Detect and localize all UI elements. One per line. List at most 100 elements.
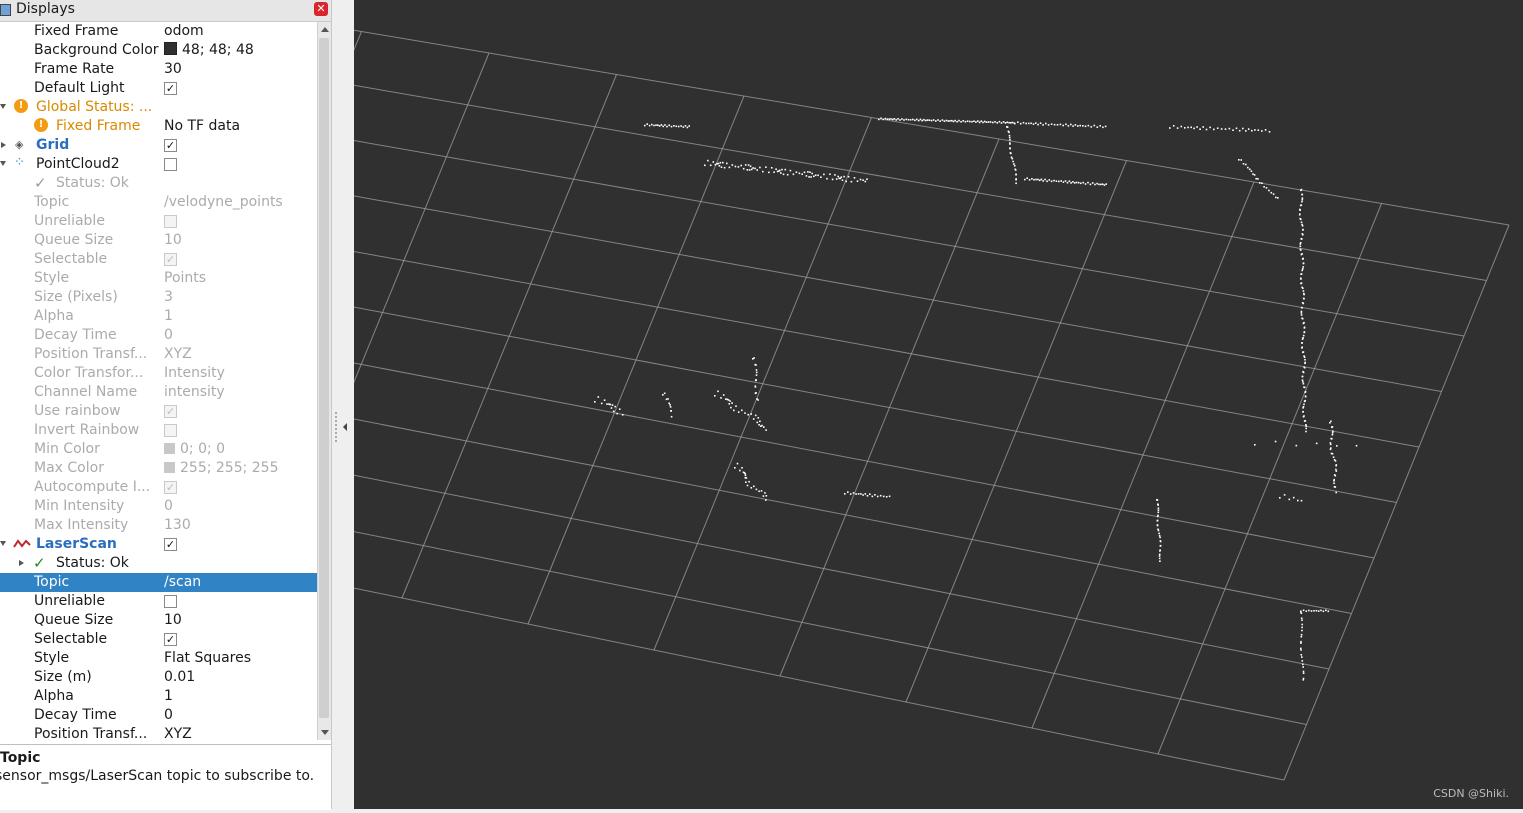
scroll-down-icon[interactable] — [321, 730, 329, 735]
viewport-canvas[interactable] — [23, 0, 1523, 809]
default-light-checkbox[interactable]: ✓ — [164, 82, 177, 95]
ls-size-value[interactable]: 0.01 — [164, 669, 195, 685]
monitor-icon — [0, 4, 11, 16]
collapse-arrow-icon[interactable] — [343, 423, 347, 431]
row-pc-decay-time[interactable]: Decay Time 0 — [0, 326, 317, 345]
pc-size-value[interactable]: 3 — [164, 289, 173, 305]
row-pc-autocompute[interactable]: Autocompute I... ✓ — [0, 478, 317, 497]
row-pc-color-transformer[interactable]: Color Transfor... Intensity — [0, 364, 317, 383]
pc-unreliable-checkbox[interactable] — [164, 215, 177, 228]
pc-queue-value[interactable]: 10 — [164, 232, 182, 248]
row-frame-rate[interactable]: Frame Rate 30 — [0, 60, 317, 79]
scan-point — [1300, 499, 1303, 502]
row-ls-style[interactable]: Style Flat Squares — [0, 649, 317, 668]
scan-point — [1247, 166, 1249, 169]
scan-point — [1099, 125, 1101, 127]
row-global-fixed-frame[interactable]: ! Fixed Frame No TF data — [0, 117, 317, 136]
row-ls-decay-time[interactable]: Decay Time 0 — [0, 706, 317, 725]
row-grid[interactable]: ◈ Grid ✓ — [0, 136, 317, 155]
row-ls-position-transformer[interactable]: Position Transf... XYZ — [0, 725, 317, 740]
ls-selectable-checkbox[interactable]: ✓ — [164, 633, 177, 646]
row-pc-topic[interactable]: Topic /velodyne_points — [0, 193, 317, 212]
close-icon[interactable]: ✕ — [314, 2, 328, 16]
scan-point — [1303, 326, 1306, 329]
expand-arrow-icon[interactable] — [1, 142, 6, 148]
pc-position-value[interactable]: XYZ — [164, 346, 192, 362]
expand-arrow-icon[interactable] — [0, 541, 6, 546]
pc-max-intensity-value[interactable]: 130 — [164, 517, 191, 533]
ls-unreliable-checkbox[interactable] — [164, 595, 177, 608]
expand-arrow-icon[interactable] — [0, 104, 6, 109]
row-ls-unreliable[interactable]: Unreliable — [0, 592, 317, 611]
scan-point — [720, 397, 722, 399]
row-pc-invert-rainbow[interactable]: Invert Rainbow — [0, 421, 317, 440]
pc-channel-value[interactable]: intensity — [164, 384, 225, 400]
row-pc-position-transformer[interactable]: Position Transf... XYZ — [0, 345, 317, 364]
ls-queue-value[interactable]: 10 — [164, 612, 182, 628]
pointcloud2-checkbox[interactable] — [164, 158, 177, 171]
ls-position-value[interactable]: XYZ — [164, 726, 192, 740]
row-pc-style[interactable]: Style Points — [0, 269, 317, 288]
scan-point — [1304, 362, 1306, 365]
scroll-up-icon[interactable] — [321, 27, 329, 32]
ls-style-value[interactable]: Flat Squares — [164, 650, 251, 666]
background-color-value[interactable]: 48; 48; 48 — [164, 42, 254, 58]
laserscan-checkbox[interactable]: ✓ — [164, 538, 177, 551]
pc-style-value[interactable]: Points — [164, 270, 206, 286]
scan-point — [784, 168, 787, 171]
splitter-grip[interactable] — [335, 412, 339, 442]
row-pc-selectable[interactable]: Selectable ✓ — [0, 250, 317, 269]
row-ls-size[interactable]: Size (m) 0.01 — [0, 668, 317, 687]
row-fixed-frame[interactable]: Fixed Frame odom — [0, 22, 317, 41]
row-pc-unreliable[interactable]: Unreliable — [0, 212, 317, 231]
pc-color-value[interactable]: Intensity — [164, 365, 225, 381]
row-ls-topic[interactable]: Topic /scan — [0, 573, 317, 592]
pc-min-color-value[interactable]: 0; 0; 0 — [164, 441, 225, 457]
row-background-color[interactable]: Background Color 48; 48; 48 — [0, 41, 317, 60]
scan-point — [731, 402, 733, 404]
pc-topic-value[interactable]: /velodyne_points — [164, 194, 283, 210]
row-global-status[interactable]: ! Global Status: ... — [0, 98, 317, 117]
ls-decay-value[interactable]: 0 — [164, 707, 173, 723]
grid-checkbox[interactable]: ✓ — [164, 139, 177, 152]
ls-alpha-value[interactable]: 1 — [164, 688, 173, 704]
expand-arrow-icon[interactable] — [0, 161, 6, 166]
row-pc-min-intensity[interactable]: Min Intensity 0 — [0, 497, 317, 516]
fixed-frame-value[interactable]: odom — [164, 23, 204, 39]
pc-min-intensity-value[interactable]: 0 — [164, 498, 173, 514]
row-pc-min-color[interactable]: Min Color 0; 0; 0 — [0, 440, 317, 459]
pc-alpha-value[interactable]: 1 — [164, 308, 173, 324]
scroll-thumb[interactable] — [319, 38, 329, 718]
row-pc-queue-size[interactable]: Queue Size 10 — [0, 231, 317, 250]
row-ls-selectable[interactable]: Selectable ✓ — [0, 630, 317, 649]
scan-point — [1094, 183, 1096, 186]
scan-point — [980, 120, 983, 122]
ls-topic-value[interactable]: /scan — [164, 574, 201, 590]
panel-splitter[interactable] — [332, 0, 354, 809]
pc-decay-value[interactable]: 0 — [164, 327, 173, 343]
row-pc-alpha[interactable]: Alpha 1 — [0, 307, 317, 326]
row-default-light[interactable]: Default Light ✓ — [0, 79, 317, 98]
scan-point — [1300, 218, 1302, 221]
3d-viewport[interactable]: CSDN @Shiki. — [23, 0, 1523, 809]
pc-selectable-checkbox[interactable]: ✓ — [164, 253, 177, 266]
row-pc-status[interactable]: ✓ Status: Ok — [0, 174, 317, 193]
pc-autocompute-checkbox[interactable]: ✓ — [164, 481, 177, 494]
pc-invert-checkbox[interactable] — [164, 424, 177, 437]
row-ls-alpha[interactable]: Alpha 1 — [0, 687, 317, 706]
row-pointcloud2[interactable]: ⁘ PointCloud2 — [0, 155, 317, 174]
scan-point — [1302, 287, 1304, 289]
tree-scrollbar[interactable] — [317, 22, 331, 740]
row-pc-channel-name[interactable]: Channel Name intensity — [0, 383, 317, 402]
row-pc-max-intensity[interactable]: Max Intensity 130 — [0, 516, 317, 535]
row-pc-use-rainbow[interactable]: Use rainbow ✓ — [0, 402, 317, 421]
expand-arrow-icon[interactable] — [19, 560, 24, 566]
row-ls-status[interactable]: ✓ Status: Ok — [0, 554, 317, 573]
pc-max-color-value[interactable]: 255; 255; 255 — [164, 460, 279, 476]
row-pc-max-color[interactable]: Max Color 255; 255; 255 — [0, 459, 317, 478]
row-laserscan[interactable]: LaserScan ✓ — [0, 535, 317, 554]
row-pc-size[interactable]: Size (Pixels) 3 — [0, 288, 317, 307]
row-ls-queue-size[interactable]: Queue Size 10 — [0, 611, 317, 630]
pc-rainbow-checkbox[interactable]: ✓ — [164, 405, 177, 418]
frame-rate-value[interactable]: 30 — [164, 61, 182, 77]
